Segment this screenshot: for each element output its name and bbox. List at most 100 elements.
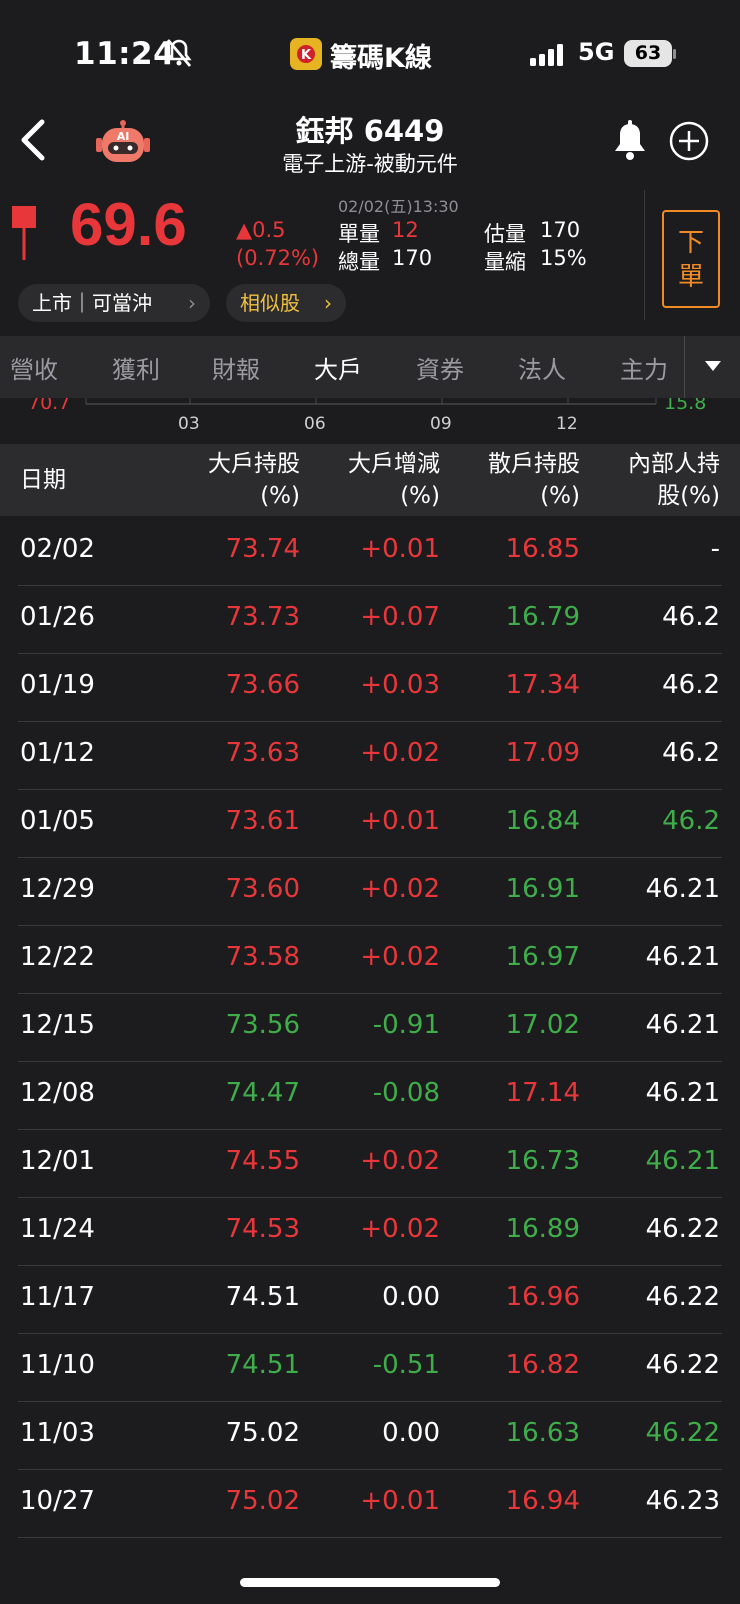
tab-revenue[interactable]: 營收 (10, 350, 58, 385)
row-date: 12/08 (20, 1078, 95, 1108)
tab-main-force[interactable]: 主力 (620, 350, 668, 385)
status-bar: 11:24 K 籌碼K線 5G 63 (0, 0, 740, 110)
similar-stocks-label: 相似股 (240, 291, 300, 315)
big-holder-pct: 73.61 (225, 806, 300, 836)
tab-profit[interactable]: 獲利 (112, 350, 160, 385)
retail-pct: 16.73 (505, 1146, 580, 1176)
signal-icon (530, 44, 566, 70)
big-holder-pct: 73.74 (225, 534, 300, 564)
table-row[interactable]: 12/01 74.55 +0.02 16.73 46.21 (18, 1128, 722, 1198)
table-row[interactable]: 01/19 73.66 +0.03 17.34 46.2 (18, 652, 722, 722)
row-date: 10/27 (20, 1486, 95, 1516)
x-tick: 06 (304, 414, 326, 434)
limit-flag-icon (12, 206, 38, 266)
big-holder-pct: 73.73 (225, 602, 300, 632)
order-button[interactable]: 下 單 (662, 210, 720, 308)
insider-pct: - (710, 534, 720, 564)
bell-icon[interactable] (612, 120, 648, 166)
big-holder-pct: 74.55 (225, 1146, 300, 1176)
x-tick: 09 (430, 414, 452, 434)
x-tick: 12 (556, 414, 578, 434)
insider-pct: 46.22 (645, 1214, 720, 1244)
chevron-right-icon: › (188, 291, 196, 315)
battery-tip (673, 49, 676, 59)
chart-strip: 70.7 15.8 03 06 09 12 (0, 398, 740, 444)
chevron-right-icon: › (324, 291, 332, 315)
volume-shrink-value: 15% (540, 246, 587, 270)
insider-pct: 46.2 (662, 806, 720, 836)
estimated-volume-label: 估量 (484, 222, 526, 246)
table-row[interactable]: 12/08 74.47 -0.08 17.14 46.21 (18, 1060, 722, 1130)
retail-pct: 17.09 (505, 738, 580, 768)
table-row[interactable]: 11/24 74.53 +0.02 16.89 46.22 (18, 1196, 722, 1266)
tab-margin[interactable]: 資券 (416, 350, 464, 385)
big-holder-pct: 74.51 (225, 1350, 300, 1380)
order-button-label: 下 單 (677, 228, 704, 292)
retail-pct: 16.82 (505, 1350, 580, 1380)
table-row[interactable]: 12/15 73.56 -0.91 17.02 46.21 (18, 992, 722, 1062)
table-row[interactable]: 02/02 73.74 +0.01 16.85 - (18, 516, 722, 586)
tab-financials[interactable]: 財報 (212, 350, 260, 385)
x-tick: 03 (178, 414, 200, 434)
header-big-holder-unit: (%) (260, 483, 300, 509)
header-big-change: 大戶增減 (348, 451, 440, 477)
total-volume-value: 170 (392, 246, 433, 270)
tab-bar: 營收 獲利 財報 大戶 資券 法人 主力 (0, 336, 740, 398)
network-type: 5G (578, 38, 615, 66)
retail-pct: 16.94 (505, 1486, 580, 1516)
big-holder-pct: 73.58 (225, 942, 300, 972)
tab-major-holders[interactable]: 大戶 (314, 350, 362, 385)
similar-stocks-chip[interactable]: 相似股 › (226, 284, 346, 322)
insider-pct: 46.2 (662, 670, 720, 700)
retail-pct: 17.14 (505, 1078, 580, 1108)
table-row[interactable]: 01/12 73.63 +0.02 17.09 46.2 (18, 720, 722, 790)
svg-text:K: K (301, 48, 312, 63)
insider-pct: 46.21 (645, 1010, 720, 1040)
market-info-chip[interactable]: 上市｜可當沖 › (18, 284, 210, 322)
big-holder-change: +0.01 (360, 1486, 440, 1516)
header-insider-unit: 股(%) (657, 483, 720, 509)
row-date: 12/29 (20, 874, 95, 904)
insider-pct: 46.22 (645, 1350, 720, 1380)
estimated-volume-value: 170 (540, 218, 581, 242)
tab-more-dropdown[interactable] (684, 336, 740, 398)
table-row[interactable]: 11/10 74.51 -0.51 16.82 46.22 (18, 1332, 722, 1402)
retail-pct: 16.63 (505, 1418, 580, 1448)
tab-institutional[interactable]: 法人 (518, 350, 566, 385)
big-holder-change: +0.02 (360, 1146, 440, 1176)
add-watchlist-icon[interactable] (668, 120, 710, 166)
header-date: 日期 (20, 467, 66, 493)
retail-pct: 17.34 (505, 670, 580, 700)
silent-mode-icon (166, 38, 192, 72)
table-row[interactable]: 12/22 73.58 +0.02 16.97 46.21 (18, 924, 722, 994)
big-holder-pct: 73.60 (225, 874, 300, 904)
big-holder-change: +0.01 (360, 534, 440, 564)
home-indicator[interactable] (240, 1578, 500, 1587)
big-holder-change: -0.91 (372, 1010, 440, 1040)
table-row[interactable]: 11/17 74.51 0.00 16.96 46.22 (18, 1264, 722, 1334)
retail-pct: 16.84 (505, 806, 580, 836)
table-row[interactable]: 01/26 73.73 +0.07 16.79 46.2 (18, 584, 722, 654)
big-holder-change: +0.02 (360, 738, 440, 768)
unit-volume-value: 12 (392, 218, 419, 242)
battery-icon: 63 (624, 40, 672, 67)
battery-level: 63 (634, 42, 662, 64)
big-holder-pct: 73.56 (225, 1010, 300, 1040)
row-date: 01/05 (20, 806, 95, 836)
header-big-change-unit: (%) (400, 483, 440, 509)
header-retail-unit: (%) (540, 483, 580, 509)
header-insider: 內部人持 (628, 451, 720, 477)
table-row[interactable]: 12/29 73.60 +0.02 16.91 46.21 (18, 856, 722, 926)
big-holder-change: +0.01 (360, 806, 440, 836)
insider-pct: 46.21 (645, 1146, 720, 1176)
big-holder-pct: 74.53 (225, 1214, 300, 1244)
table-row[interactable]: 01/05 73.61 +0.01 16.84 46.2 (18, 788, 722, 858)
table-row[interactable]: 11/03 75.02 0.00 16.63 46.22 (18, 1400, 722, 1470)
big-holder-pct: 75.02 (225, 1486, 300, 1516)
retail-pct: 16.96 (505, 1282, 580, 1312)
big-holder-change: +0.02 (360, 874, 440, 904)
big-holder-change: +0.03 (360, 670, 440, 700)
volume-shrink-label: 量縮 (484, 250, 526, 274)
retail-pct: 16.89 (505, 1214, 580, 1244)
table-row[interactable]: 10/27 75.02 +0.01 16.94 46.23 (18, 1468, 722, 1538)
